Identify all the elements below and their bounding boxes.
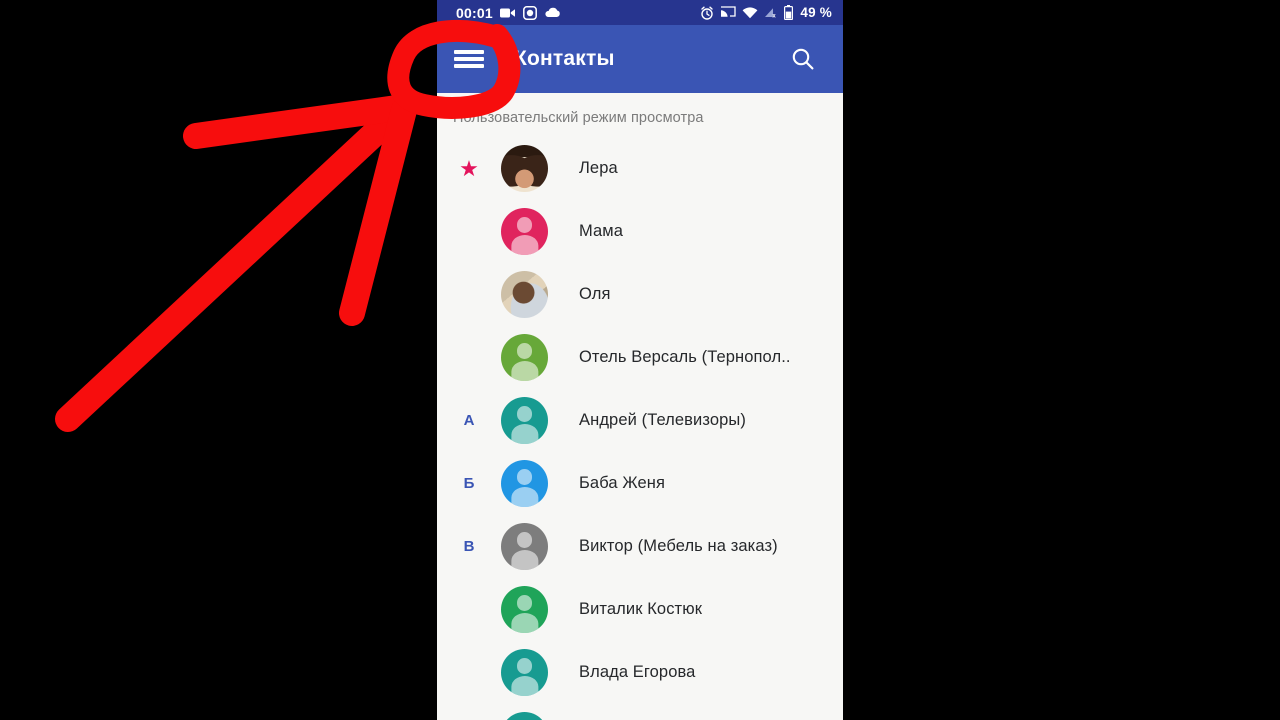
status-bar-right: x 49 % <box>700 0 832 25</box>
contact-row[interactable]: В Виктор (Мебель на заказ) <box>437 515 843 578</box>
cast-icon <box>720 6 737 19</box>
contact-name: Оля <box>579 285 611 303</box>
page-title: Контакты <box>514 47 615 70</box>
contact-name: Виталик Костюк <box>579 600 703 618</box>
screenshot-stage: 00:01 x 49 % Контакты Пользовательский р… <box>0 0 1280 720</box>
person-icon <box>510 612 539 633</box>
red-arrow-head-stroke <box>183 94 417 149</box>
contacts-content: Пользовательский режим просмотра ★ Лера Ма… <box>437 93 843 720</box>
contact-avatar <box>501 649 548 696</box>
person-icon <box>516 469 533 486</box>
contact-row[interactable]: Оля <box>437 263 843 326</box>
contact-name: Влада Егорова <box>579 663 696 681</box>
person-icon <box>516 595 533 612</box>
hamburger-bar <box>454 57 484 61</box>
contact-row[interactable]: Отель Версаль (Тернопол.. <box>437 326 843 389</box>
contact-row[interactable]: Виталик Костюк <box>437 578 843 641</box>
contact-row[interactable]: Мама <box>437 200 843 263</box>
status-clock: 00:01 <box>456 4 493 21</box>
contact-name: Отель Версаль (Тернопол.. <box>579 348 791 366</box>
cloud-icon <box>544 7 561 18</box>
contact-name: Лера <box>579 159 618 177</box>
contact-avatar <box>501 145 548 192</box>
hamburger-bar <box>454 64 484 68</box>
contact-row[interactable] <box>437 704 843 720</box>
video-camera-icon <box>499 7 516 19</box>
contact-avatar <box>501 208 548 255</box>
section-letter: Б <box>463 475 475 492</box>
view-mode-subtitle: Пользовательский режим просмотра <box>453 110 704 126</box>
red-arrow-annotation <box>55 95 415 432</box>
signal-off-icon: x <box>764 7 778 19</box>
person-icon <box>510 234 539 255</box>
screen-record-icon <box>522 5 537 20</box>
status-bar-left: 00:01 <box>437 5 561 21</box>
favorite-star-icon: ★ <box>459 155 479 181</box>
phone-screen: 00:01 x 49 % Контакты Пользовательский р… <box>437 0 843 720</box>
person-icon <box>516 532 533 549</box>
contact-avatar <box>501 334 548 381</box>
contact-name: Виктор (Мебель на заказ) <box>579 537 778 555</box>
person-icon <box>516 343 533 360</box>
section-letter: В <box>463 538 475 555</box>
red-arrow-head-stroke <box>339 97 417 326</box>
section-letter: А <box>463 412 475 429</box>
contact-row[interactable]: ★ Лера <box>437 137 843 200</box>
svg-text:x: x <box>773 13 777 18</box>
hamburger-menu-icon[interactable] <box>437 25 501 93</box>
person-icon <box>516 658 533 675</box>
contact-avatar <box>501 397 548 444</box>
contact-row[interactable]: А Андрей (Телевизоры) <box>437 389 843 452</box>
contact-avatar <box>501 271 548 318</box>
contact-list: ★ Лера Мама Оля Отель Версаль (Тернопол.. А Ан… <box>437 137 843 720</box>
contact-avatar <box>501 460 548 507</box>
contact-name: Мама <box>579 222 624 240</box>
search-icon[interactable] <box>777 25 829 93</box>
contact-row[interactable]: Влада Егорова <box>437 641 843 704</box>
battery-icon <box>784 5 794 21</box>
contact-avatar <box>501 586 548 633</box>
person-icon <box>510 360 539 381</box>
contact-avatar <box>501 523 548 570</box>
person-icon <box>510 423 539 444</box>
person-icon <box>510 549 539 570</box>
contact-name: Баба Женя <box>579 474 665 492</box>
alarm-icon <box>700 6 714 20</box>
hamburger-bar <box>454 50 484 54</box>
person-icon <box>510 486 539 507</box>
contact-name: Андрей (Телевизоры) <box>579 411 746 429</box>
contact-row[interactable]: Б Баба Женя <box>437 452 843 515</box>
app-bar: Контакты <box>437 25 843 93</box>
person-icon <box>516 406 533 423</box>
contact-avatar <box>501 712 548 720</box>
person-icon <box>510 675 539 696</box>
person-icon <box>516 217 533 234</box>
wifi-icon <box>742 6 758 19</box>
status-bar: 00:01 x 49 % <box>437 0 843 25</box>
battery-percent: 49 % <box>800 5 832 20</box>
